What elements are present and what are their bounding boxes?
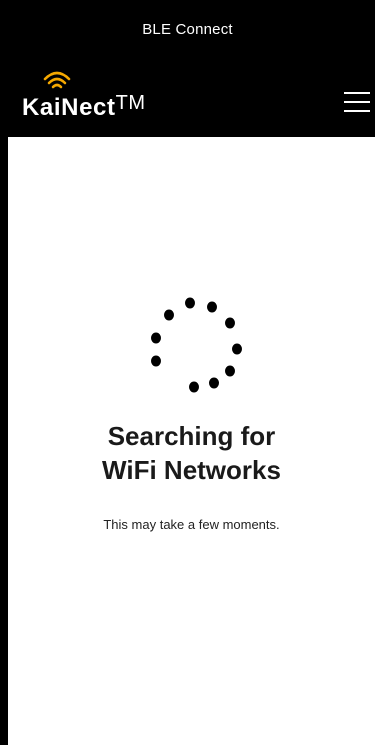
logo-name: KaiNect: [22, 94, 116, 121]
hamburger-menu-icon: [344, 92, 370, 112]
heading-line-1: Searching for: [107, 421, 276, 451]
trademark-symbol: TM: [115, 92, 146, 114]
header-title: BLE Connect: [142, 21, 233, 38]
main-content: Searching for WiFi Networks This may tak…: [8, 137, 375, 745]
kainect-logo: KaiNectTM: [22, 68, 182, 128]
searching-heading: Searching for WiFi Networks: [8, 419, 375, 487]
heading-line-2: WiFi Networks: [102, 455, 281, 485]
wifi-signal-icon: [43, 71, 71, 89]
app-header: BLE Connect KaiNectTM: [0, 0, 375, 137]
status-subtext: This may take a few moments.: [103, 517, 280, 532]
menu-button[interactable]: [343, 90, 371, 114]
loading-spinner-icon: [151, 297, 242, 393]
logo-wordmark: KaiNectTM: [22, 92, 146, 122]
